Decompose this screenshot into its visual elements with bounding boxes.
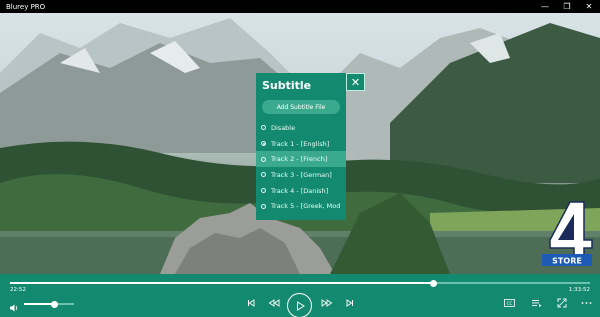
radio-icon <box>261 156 266 162</box>
fast-forward-icon[interactable] <box>320 296 334 310</box>
store-logo-text: STORE <box>552 257 582 266</box>
time-total: 1:33:52 <box>568 287 590 293</box>
store-logo: STORE <box>540 200 594 268</box>
close-window-button[interactable]: ✕ <box>578 0 600 13</box>
svg-text:CC: CC <box>506 301 512 306</box>
track-label: Track 1 - [English] <box>271 139 330 148</box>
track-label: Track 3 - [German] <box>271 170 332 179</box>
skip-previous-icon[interactable] <box>244 296 258 310</box>
subtitle-panel-title: Subtitle <box>262 79 312 92</box>
track-label: Track 4 - [Danish] <box>271 186 329 195</box>
radio-icon <box>261 125 266 131</box>
radio-icon <box>261 188 266 194</box>
play-icon <box>296 300 305 311</box>
subtitle-track-disable[interactable]: Disable <box>256 120 346 136</box>
volume-slider[interactable] <box>24 300 74 308</box>
time-elapsed: 22:52 <box>10 287 26 293</box>
subtitle-track-3[interactable]: Track 3 - [German] <box>256 167 346 183</box>
rewind-icon[interactable] <box>267 296 281 310</box>
close-icon[interactable]: ✕ <box>346 73 365 91</box>
radio-icon <box>261 172 266 178</box>
subtitle-track-4[interactable]: Track 4 - [Danish] <box>256 183 346 199</box>
subtitle-panel: Subtitle Add Subtitle File Disable Track… <box>256 73 346 220</box>
minimize-button[interactable]: — <box>534 0 556 13</box>
skip-next-icon[interactable] <box>343 296 357 310</box>
seek-bar[interactable] <box>10 279 590 287</box>
play-button[interactable] <box>287 293 312 317</box>
volume-icon[interactable] <box>9 298 19 312</box>
radio-selected-icon <box>261 141 266 147</box>
volume-slider-level <box>24 303 54 305</box>
more-icon[interactable] <box>579 296 593 310</box>
subtitle-track-list: Disable Track 1 - [English] Track 2 - [F… <box>256 120 346 214</box>
subtitle-track-1[interactable]: Track 1 - [English] <box>256 136 346 152</box>
seek-bar-thumb[interactable] <box>429 279 437 287</box>
radio-icon <box>261 203 266 209</box>
subtitle-track-5[interactable]: Track 5 - [Greek, Mod <box>256 198 346 214</box>
window-title: Blurey PRO <box>6 2 46 11</box>
track-label: Track 5 - [Greek, Mod <box>271 202 341 211</box>
playlist-icon[interactable] <box>529 296 543 310</box>
fullscreen-icon[interactable] <box>555 296 569 310</box>
add-subtitle-file-button[interactable]: Add Subtitle File <box>262 100 340 114</box>
subtitle-track-2[interactable]: Track 2 - [French] <box>256 151 346 168</box>
window-controls: — ❐ ✕ <box>534 0 600 13</box>
title-bar: Blurey PRO — ❐ ✕ <box>0 0 600 13</box>
maximize-button[interactable]: ❐ <box>556 0 578 13</box>
track-label: Track 2 - [French] <box>271 155 328 164</box>
seek-bar-progress <box>10 282 434 284</box>
track-label: Disable <box>271 123 296 132</box>
playback-control-bar: 22:52 1:33:52 CC <box>0 274 600 317</box>
closed-caption-icon[interactable]: CC <box>502 296 516 310</box>
volume-slider-thumb[interactable] <box>50 300 58 308</box>
